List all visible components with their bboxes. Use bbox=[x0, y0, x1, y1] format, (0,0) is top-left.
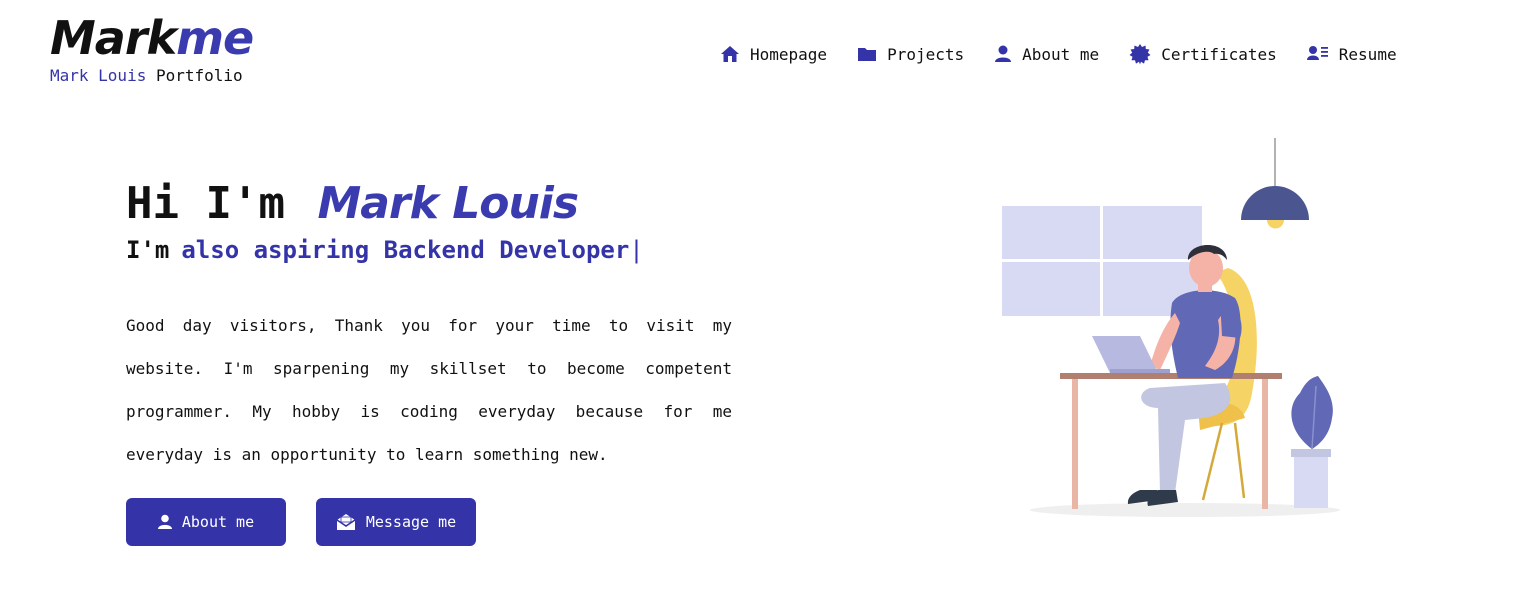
nav-item-resume[interactable]: Resume bbox=[1306, 42, 1397, 66]
nav-label: Homepage bbox=[750, 44, 828, 64]
developer-illustration bbox=[1002, 138, 1340, 517]
hero-subtitle: I'm also aspiring Backend Developer| bbox=[126, 236, 732, 264]
nav-label: Resume bbox=[1338, 44, 1397, 64]
logo-accent: me bbox=[176, 11, 254, 65]
page: Markme Mark Louis Portfolio Homepage Pro… bbox=[0, 0, 1530, 591]
hero-description: Good day visitors, Thank you for your ti… bbox=[126, 316, 732, 464]
logo-main: Mark bbox=[50, 11, 177, 65]
message-me-button-label: Message me bbox=[365, 513, 457, 531]
nav-item-projects[interactable]: Projects bbox=[857, 42, 964, 66]
envelope-open-icon bbox=[336, 514, 356, 530]
certificate-icon bbox=[1129, 44, 1151, 65]
main-nav: Homepage Projects About me Certificates bbox=[720, 42, 1427, 66]
hero-section: Hi I'm Mark Louis I'm also aspiring Backe… bbox=[126, 176, 732, 492]
typing-cursor: | bbox=[629, 236, 644, 264]
folder-icon bbox=[858, 48, 877, 61]
resume-icon bbox=[1306, 46, 1328, 60]
nav-item-homepage[interactable]: Homepage bbox=[720, 42, 827, 66]
hero-title: Hi I'm Mark Louis bbox=[126, 176, 732, 232]
nav-label: Projects bbox=[887, 44, 965, 64]
hero-greeting: Hi I'm bbox=[126, 178, 285, 229]
user-icon bbox=[157, 514, 172, 529]
window bbox=[1002, 206, 1202, 316]
about-me-button-label: About me bbox=[181, 513, 255, 531]
message-me-button[interactable]: Message me bbox=[316, 498, 476, 546]
nav-item-about[interactable]: About me bbox=[994, 42, 1099, 66]
ceiling-lamp bbox=[1241, 138, 1309, 229]
hero-name: Mark Louis bbox=[317, 178, 579, 229]
nav-label: About me bbox=[1022, 44, 1100, 64]
tagline-rest: Portfolio bbox=[146, 66, 243, 85]
logo[interactable]: Markme bbox=[50, 10, 254, 66]
hero-role: also aspiring Backend Developer bbox=[181, 236, 630, 264]
tagline-name: Mark Louis bbox=[50, 66, 147, 85]
brand[interactable]: Markme Mark Louis Portfolio bbox=[50, 10, 254, 85]
home-icon bbox=[721, 46, 739, 62]
hero-sub-prefix: I'm bbox=[126, 236, 170, 264]
nav-item-certificates[interactable]: Certificates bbox=[1129, 42, 1277, 66]
about-me-button[interactable]: About me bbox=[126, 498, 286, 546]
potted-plant bbox=[1291, 376, 1333, 508]
tagline: Mark Louis Portfolio bbox=[50, 66, 253, 85]
user-icon bbox=[995, 45, 1012, 62]
nav-label: Certificates bbox=[1161, 44, 1277, 64]
